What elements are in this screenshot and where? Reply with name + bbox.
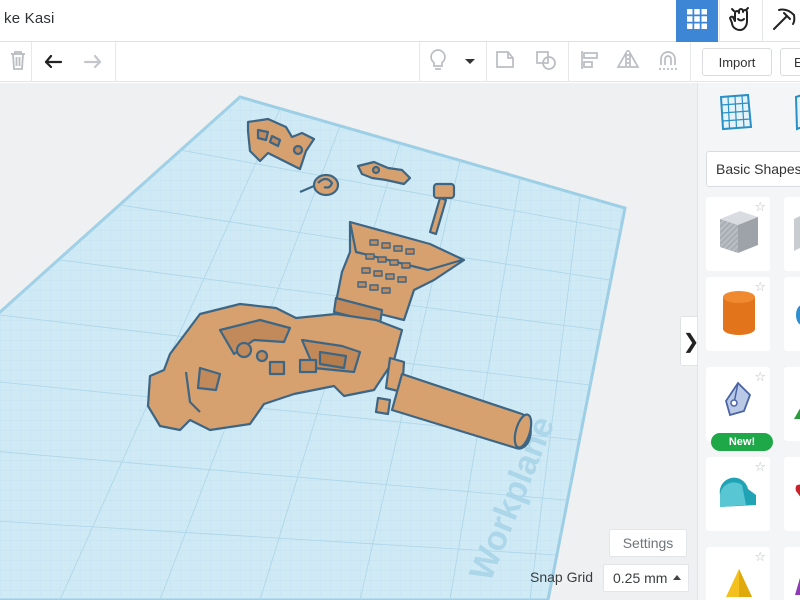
favorite-star-icon[interactable]: ☆ xyxy=(754,459,766,475)
ungroup-button[interactable] xyxy=(528,42,564,82)
caret-up-icon xyxy=(673,575,681,580)
roof-green-icon xyxy=(794,405,800,424)
cylinder-icon xyxy=(720,289,758,344)
cylinder-blue-icon xyxy=(796,305,800,330)
round-roof-icon xyxy=(716,475,760,520)
favorite-star-icon[interactable]: ☆ xyxy=(754,369,766,385)
workspace-canvas[interactable]: Workplane Settings Snap Grid 0.25 mm xyxy=(0,83,697,600)
shape-round-roof[interactable]: ☆ xyxy=(706,457,770,531)
pickaxe-icon xyxy=(771,6,797,37)
mirror-button[interactable] xyxy=(610,42,646,82)
shape-category-select[interactable]: Basic Shapes xyxy=(706,151,800,187)
import-button[interactable]: Import xyxy=(702,48,772,76)
shape-roof[interactable] xyxy=(784,367,800,441)
redo-icon xyxy=(83,52,103,73)
hole-box-icon xyxy=(794,213,800,258)
workplane-scene[interactable]: Workplane xyxy=(0,83,697,600)
export-button[interactable]: E xyxy=(780,48,800,76)
shapes-panel: Basic Shapes ☆ ☆ ☆ New! ☆ ☆ xyxy=(697,83,800,600)
magnet-icon xyxy=(656,49,680,76)
undo-button[interactable] xyxy=(35,42,71,82)
codeblocks-button[interactable] xyxy=(719,0,761,42)
workplane-grid-icon xyxy=(718,93,754,135)
mirror-icon xyxy=(616,49,640,76)
snap-grid-select[interactable]: 0.25 mm xyxy=(603,564,689,592)
new-badge: New! xyxy=(711,433,773,451)
snap-grid-label: Snap Grid xyxy=(530,569,594,585)
settings-button[interactable]: Settings xyxy=(609,529,687,557)
ungroup-icon xyxy=(534,49,558,76)
notes-button[interactable] xyxy=(420,42,456,82)
3d-design-view-button[interactable] xyxy=(676,0,718,42)
ruler-tool-button[interactable] xyxy=(794,93,800,136)
cruise-button[interactable] xyxy=(650,42,686,82)
lightbulb-icon xyxy=(429,48,447,77)
ruler-icon xyxy=(794,94,800,135)
align-button[interactable] xyxy=(572,42,608,82)
shape-scribble[interactable]: ☆ xyxy=(706,367,770,441)
workplane-tool-button[interactable] xyxy=(718,93,754,136)
design-title[interactable]: ke Kasi xyxy=(4,10,55,27)
pen-tool-icon xyxy=(720,381,756,426)
hand-icon xyxy=(728,5,754,38)
favorite-star-icon[interactable]: ☆ xyxy=(754,549,766,565)
group-button[interactable] xyxy=(488,42,524,82)
cone-icon xyxy=(795,571,800,600)
shape-category-label: Basic Shapes xyxy=(716,161,800,177)
toolbar: Import E xyxy=(0,42,800,82)
align-icon xyxy=(579,49,601,76)
undo-icon xyxy=(43,52,63,73)
dropdown-icon xyxy=(464,53,476,71)
pyramid-icon xyxy=(724,567,754,600)
top-bar: ke Kasi xyxy=(0,0,800,42)
shape-pyramid[interactable]: ☆ xyxy=(706,547,770,600)
trash-icon xyxy=(8,49,28,76)
snap-grid-value: 0.25 mm xyxy=(613,570,668,586)
tools-button[interactable] xyxy=(762,0,800,42)
box-icon xyxy=(716,207,762,262)
redo-button[interactable] xyxy=(75,42,111,82)
notes-dropdown-button[interactable] xyxy=(452,42,488,82)
shape-cylinder[interactable]: ☆ xyxy=(706,277,770,351)
grid-icon xyxy=(686,8,708,35)
heart-red-icon xyxy=(794,483,800,506)
group-icon xyxy=(494,49,518,76)
shape-box[interactable]: ☆ xyxy=(706,197,770,271)
